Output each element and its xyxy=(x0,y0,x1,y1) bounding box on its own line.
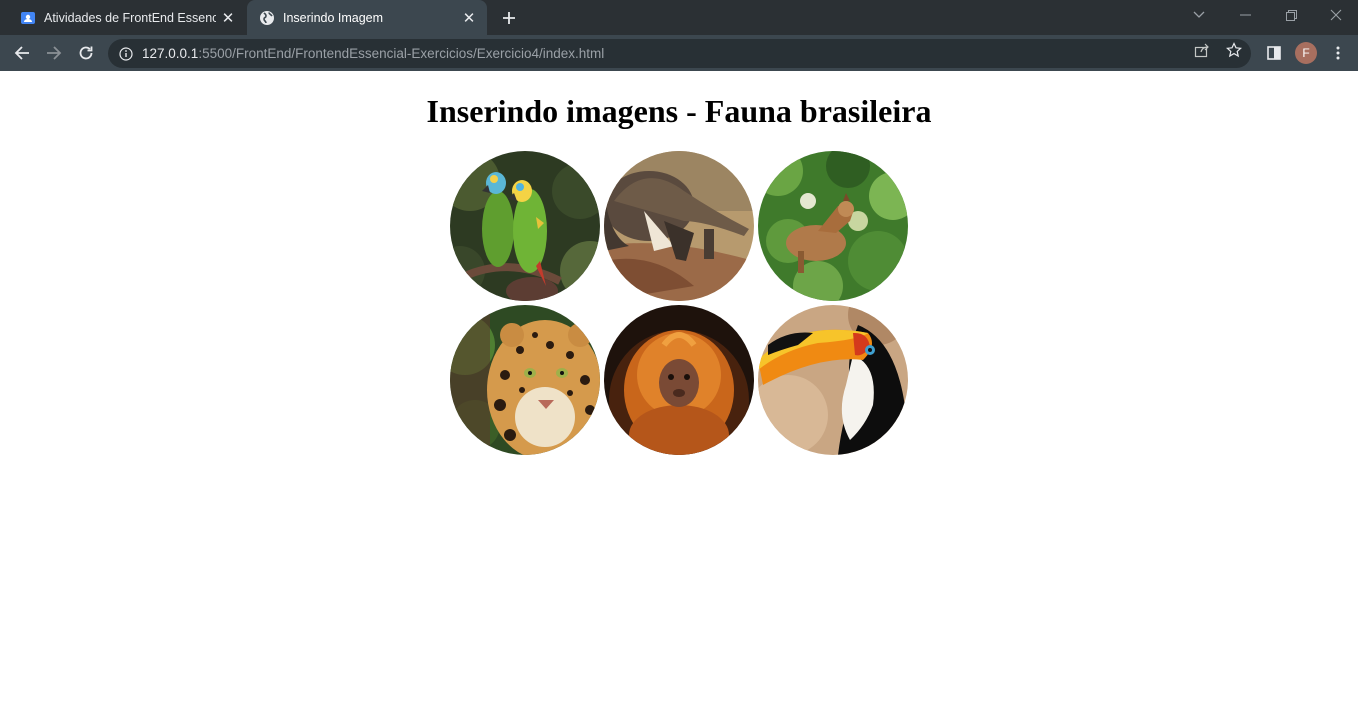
restore-button[interactable] xyxy=(1268,0,1314,30)
share-icon[interactable] xyxy=(1193,41,1211,59)
new-tab-button[interactable] xyxy=(497,6,521,30)
parrots-image xyxy=(450,151,600,301)
tab-strip: Atividades de FrontEnd Essencial ✕ Inser… xyxy=(0,0,1358,35)
tab-title: Atividades de FrontEnd Essencial xyxy=(44,10,216,25)
close-tab-icon[interactable]: ✕ xyxy=(216,6,240,30)
anteater-image xyxy=(604,151,754,301)
back-arrow-icon xyxy=(14,46,29,60)
close-tab-icon[interactable]: ✕ xyxy=(457,6,481,30)
url-text: 127.0.0.1:5500/FrontEnd/FrontendEssencia… xyxy=(142,46,604,61)
tab-title: Inserindo Imagem xyxy=(283,10,384,25)
minimize-button[interactable] xyxy=(1222,0,1268,30)
plus-icon xyxy=(503,12,515,24)
page-heading: Inserindo imagens - Fauna brasileira xyxy=(426,93,932,129)
jaguar-image xyxy=(450,305,600,455)
page-content: Inserindo imagens - Fauna brasileira xyxy=(0,71,1358,727)
tab-inserindo-imagem[interactable]: Inserindo Imagem ✕ xyxy=(247,0,487,35)
url-host: 127.0.0.1 xyxy=(142,46,199,61)
forward-button[interactable] xyxy=(40,39,68,67)
image-gallery xyxy=(450,151,910,455)
close-window-button[interactable] xyxy=(1313,0,1358,30)
reload-icon xyxy=(79,46,93,60)
side-panel-icon[interactable] xyxy=(1264,43,1284,63)
tamarin-image xyxy=(604,305,754,455)
url-path: :5500/FrontEnd/FrontendEssencial-Exercic… xyxy=(198,46,605,61)
address-bar[interactable]: 127.0.0.1:5500/FrontEnd/FrontendEssencia… xyxy=(108,39,1251,68)
reload-button[interactable] xyxy=(72,39,100,67)
forward-arrow-icon xyxy=(47,46,62,60)
browser-toolbar: 127.0.0.1:5500/FrontEnd/FrontendEssencia… xyxy=(0,35,1358,71)
site-info-icon[interactable] xyxy=(118,46,134,62)
classroom-icon xyxy=(20,10,36,26)
bookmark-star-icon[interactable] xyxy=(1225,41,1243,59)
maned-wolf-image xyxy=(758,151,908,301)
back-button[interactable] xyxy=(8,39,36,67)
globe-icon xyxy=(259,10,275,26)
tab-atividades[interactable]: Atividades de FrontEnd Essencial ✕ xyxy=(8,0,246,35)
profile-avatar[interactable]: F xyxy=(1295,42,1317,64)
menu-kebab-icon[interactable] xyxy=(1328,43,1348,63)
tab-search-icon[interactable] xyxy=(1176,0,1222,30)
toucan-image xyxy=(758,305,908,455)
